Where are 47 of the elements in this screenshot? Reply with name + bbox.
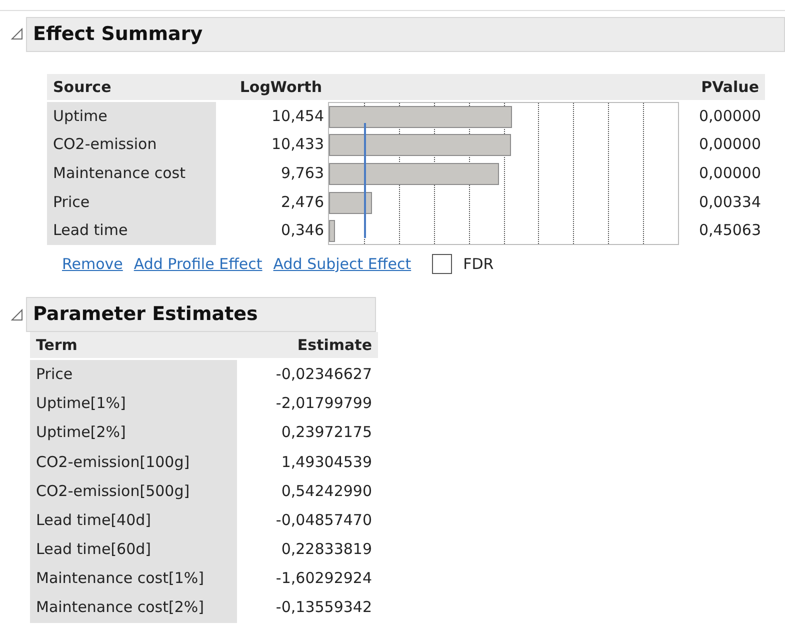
section-title: Effect Summary xyxy=(26,17,785,52)
table-cell: CO2-emission[100g] xyxy=(30,448,237,477)
table-cell-text: 0,54242990 xyxy=(280,480,373,502)
column-header: Estimate xyxy=(237,332,378,358)
column-header: LogWorth xyxy=(216,74,328,100)
table-cell-text: -1,60292924 xyxy=(274,568,373,590)
table-cell: Price xyxy=(30,360,237,390)
table-cell-text: -0,13559342 xyxy=(274,597,373,618)
table-cell: Maintenance cost[1%] xyxy=(30,564,237,594)
table-cell: Lead time xyxy=(47,216,216,245)
column-header: PValue xyxy=(679,74,765,100)
table-cell: Lead time[60d] xyxy=(30,535,237,564)
table-cell-text: 2,476 xyxy=(280,192,325,213)
table-cell: CO2-emission[500g] xyxy=(30,476,237,506)
disclosure-icon[interactable] xyxy=(10,27,24,42)
section-title: Parameter Estimates xyxy=(26,297,376,332)
link[interactable]: Add Subject Effect xyxy=(273,252,412,276)
table-cell: Lead time[40d] xyxy=(30,506,237,536)
table-cell-text: -0,02346627 xyxy=(274,364,373,385)
table-cell: Maintenance cost[2%] xyxy=(30,593,237,623)
link[interactable]: Add Profile Effect xyxy=(134,252,262,276)
table-cell-text: 0,23972175 xyxy=(280,422,373,444)
link[interactable]: Remove xyxy=(62,252,123,276)
table-cell-text: 10,454 xyxy=(270,106,325,126)
table-cell-text: -0,04857470 xyxy=(274,510,373,531)
table-cell-text: -2,01799799 xyxy=(274,393,373,414)
table-cell: Uptime xyxy=(47,102,216,130)
table-cell-text: 0,00000 xyxy=(698,134,762,156)
table-cell: Maintenance cost xyxy=(47,158,216,188)
checkbox-label: FDR xyxy=(463,254,494,275)
table-cell-text: 0,346 xyxy=(280,220,325,242)
disclosure-icon[interactable] xyxy=(10,308,24,322)
table-cell-text: 0,00000 xyxy=(698,106,762,126)
table-cell: Price xyxy=(47,188,216,216)
table-cell-text: 0,00334 xyxy=(698,192,762,213)
checkbox[interactable] xyxy=(432,254,452,274)
table-cell-text: 10,433 xyxy=(270,134,325,156)
column-header: Source xyxy=(47,74,216,100)
table-cell: Uptime[1%] xyxy=(30,389,237,418)
table-cell-text: 0,45063 xyxy=(698,220,762,242)
table-cell-text: 9,763 xyxy=(280,162,325,184)
table-cell-text: 0,22833819 xyxy=(280,539,373,560)
table-cell: Uptime[2%] xyxy=(30,418,237,448)
table-cell-text: 0,00000 xyxy=(698,162,762,184)
table-cell: CO2-emission xyxy=(47,130,216,159)
column-header: Term xyxy=(30,332,237,358)
table-cell-text: 1,49304539 xyxy=(280,452,373,472)
